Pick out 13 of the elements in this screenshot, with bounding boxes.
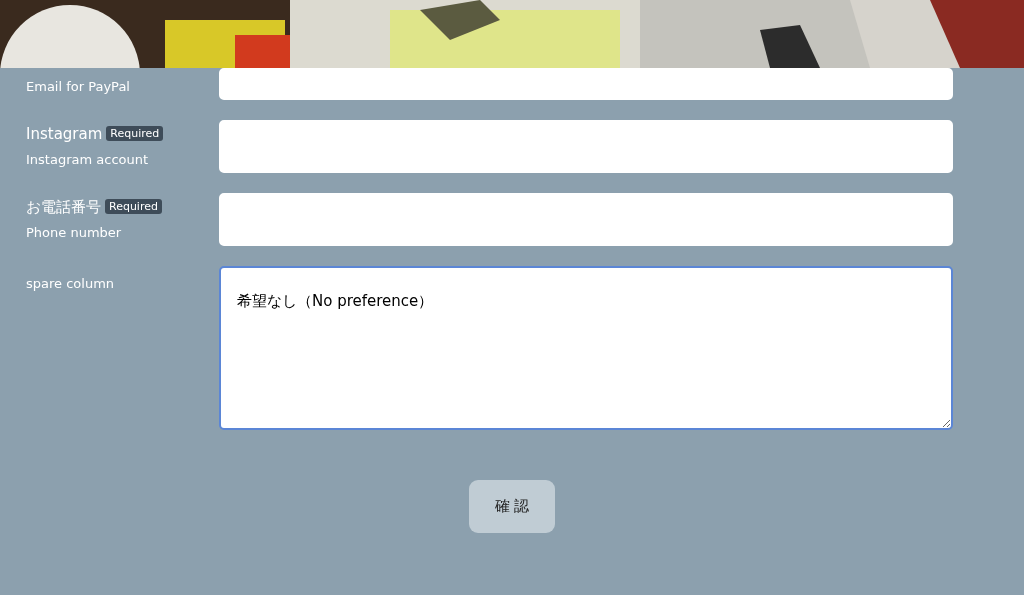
- required-tag: Required: [105, 199, 162, 214]
- required-tag: Required: [106, 126, 164, 141]
- field-label: お電話番号: [26, 198, 101, 216]
- field-hint: Phone number: [26, 224, 123, 242]
- field-label: Email for PayPal: [26, 79, 130, 94]
- text-area[interactable]: 希望なし（No preference）: [219, 266, 953, 430]
- field-label: Instagram: [26, 125, 103, 143]
- confirm-button[interactable]: 確 認: [469, 480, 555, 533]
- field-label: spare column: [26, 276, 115, 291]
- input-field[interactable]: [219, 120, 953, 173]
- input-field[interactable]: [219, 193, 953, 246]
- input-field[interactable]: [219, 68, 953, 100]
- field-hint: Instagram account: [26, 151, 150, 169]
